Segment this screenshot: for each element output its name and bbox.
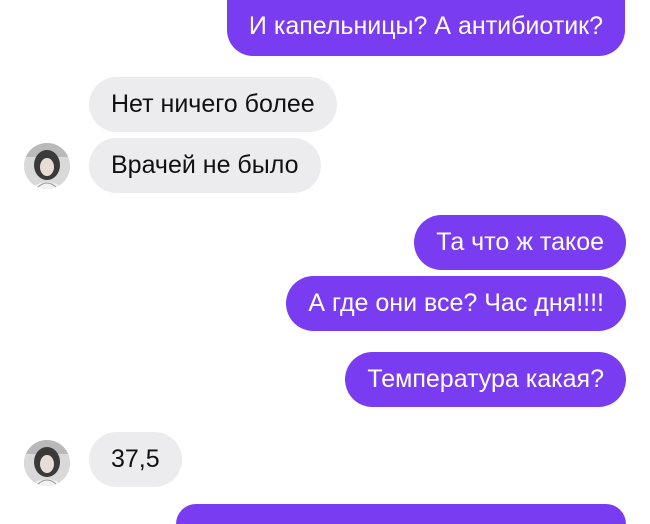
message-outgoing[interactable]: Температура какая? bbox=[345, 352, 626, 407]
message-outgoing[interactable]: А где они все? Час дня!!!! bbox=[286, 276, 626, 331]
message-outgoing[interactable]: Та что ж такое bbox=[414, 215, 626, 270]
contact-avatar[interactable] bbox=[24, 440, 70, 486]
message-outgoing[interactable]: И капельницы? А антибиотик? bbox=[226, 0, 625, 56]
contact-avatar[interactable] bbox=[24, 143, 70, 189]
avatar-photo-icon bbox=[24, 143, 70, 189]
message-incoming[interactable]: Врачей не было bbox=[89, 138, 321, 193]
message-outgoing[interactable] bbox=[176, 504, 626, 524]
message-incoming[interactable]: 37,5 bbox=[89, 432, 182, 487]
message-incoming[interactable]: Нет ничего более bbox=[89, 77, 337, 132]
avatar-photo-icon bbox=[24, 440, 70, 486]
